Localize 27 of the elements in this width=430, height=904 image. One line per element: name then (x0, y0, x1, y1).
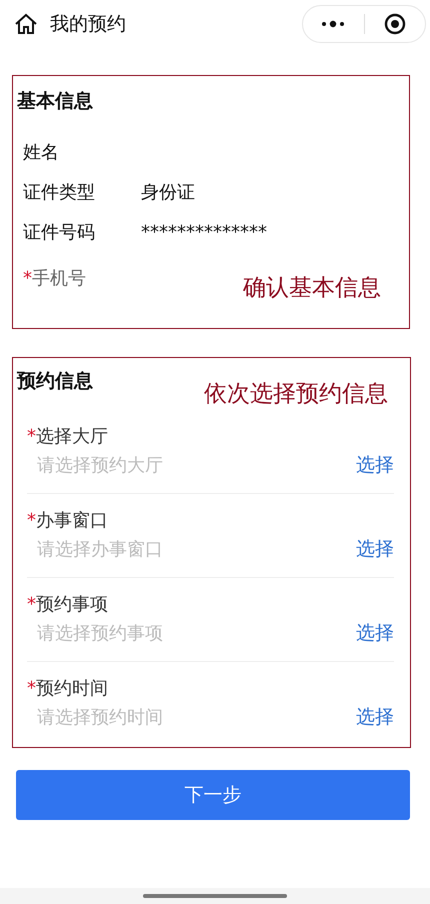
select-link[interactable]: 选择 (356, 452, 394, 478)
page-title: 我的预约 (50, 12, 126, 37)
next-button[interactable]: 下一步 (16, 770, 410, 820)
placeholder-text: 请选择办事窗口 (36, 538, 163, 561)
field-value: ************** (141, 222, 267, 242)
more-icon (321, 20, 346, 28)
annotation-text: 依次选择预约信息 (204, 380, 388, 409)
placeholder-text: 请选择预约大厅 (36, 454, 163, 477)
placeholder-text: 请选择预约时间 (36, 706, 163, 729)
field-label: 证件类型 (23, 181, 96, 204)
select-link[interactable]: 选择 (356, 704, 394, 730)
target-icon (384, 13, 406, 35)
select-link[interactable]: 选择 (356, 536, 394, 562)
field-label: 姓名 (23, 141, 60, 164)
section-title: 基本信息 (17, 89, 93, 114)
section-title: 预约信息 (17, 369, 93, 394)
annotation-text: 确认基本信息 (243, 274, 381, 303)
field-label: *办事窗口 (27, 509, 109, 532)
field-value: 身份证 (141, 181, 195, 204)
field-label: *选择大厅 (27, 425, 109, 448)
field-label: 证件号码 (23, 221, 96, 244)
placeholder-text: 请选择预约事项 (36, 622, 163, 645)
field-label: *预约时间 (27, 677, 109, 700)
home-icon[interactable] (14, 13, 38, 35)
field-label: *手机号 (23, 267, 86, 290)
field-label: *预约事项 (27, 593, 109, 616)
select-link[interactable]: 选择 (356, 620, 394, 646)
